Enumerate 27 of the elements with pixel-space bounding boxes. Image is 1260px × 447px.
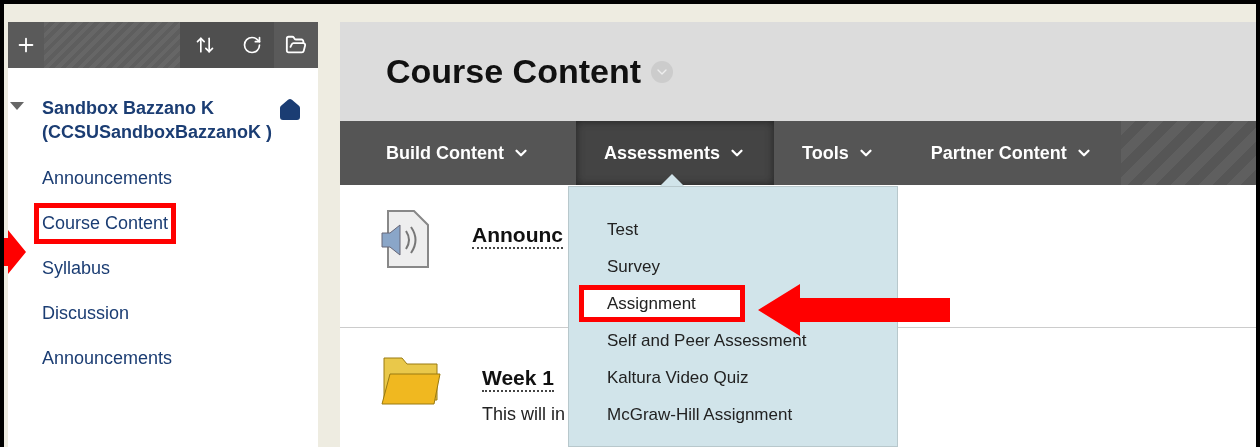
- nav-menu-tab[interactable]: Partner Content: [902, 121, 1121, 186]
- content-item-title[interactable]: Announc: [472, 223, 563, 250]
- menu-item[interactable]: Kaltura Video Quiz: [579, 359, 877, 396]
- menu-item[interactable]: Assignment: [579, 285, 745, 322]
- pointer-arrow-drawing: [4, 230, 26, 274]
- folder-icon[interactable]: [285, 34, 307, 56]
- menu-item[interactable]: McGraw-Hill Assignment: [579, 396, 877, 433]
- content-item-description: This will in: [482, 403, 565, 425]
- home-icon[interactable]: [278, 98, 302, 122]
- course-menu-link[interactable]: Announcements: [34, 158, 181, 199]
- course-menu-link[interactable]: Syllabus: [34, 248, 119, 289]
- course-menu-link[interactable]: Announcements: [34, 338, 181, 379]
- nav-menu-tab[interactable]: Assessments: [576, 121, 775, 186]
- nav-menu-tab[interactable]: Build Content: [340, 121, 576, 186]
- content-item-title[interactable]: Week 1: [482, 365, 554, 392]
- course-title[interactable]: Sandbox Bazzano K (CCSUSandboxBazzanoK ): [42, 96, 278, 144]
- sort-icon[interactable]: [195, 35, 215, 55]
- menu-item[interactable]: Test: [579, 211, 877, 248]
- course-menu-link[interactable]: Course Content: [34, 203, 177, 244]
- audio-file-icon: [380, 209, 432, 270]
- nav-menu-tab[interactable]: Tools: [774, 121, 903, 186]
- refresh-icon[interactable]: [242, 35, 262, 55]
- collapse-triangle-icon[interactable]: [10, 102, 24, 110]
- menu-item[interactable]: Survey: [579, 248, 877, 285]
- page-title: Course Content: [386, 52, 641, 91]
- menu-item[interactable]: Self and Peer Assessment: [579, 322, 877, 359]
- course-menu-link[interactable]: Discussion: [34, 293, 138, 334]
